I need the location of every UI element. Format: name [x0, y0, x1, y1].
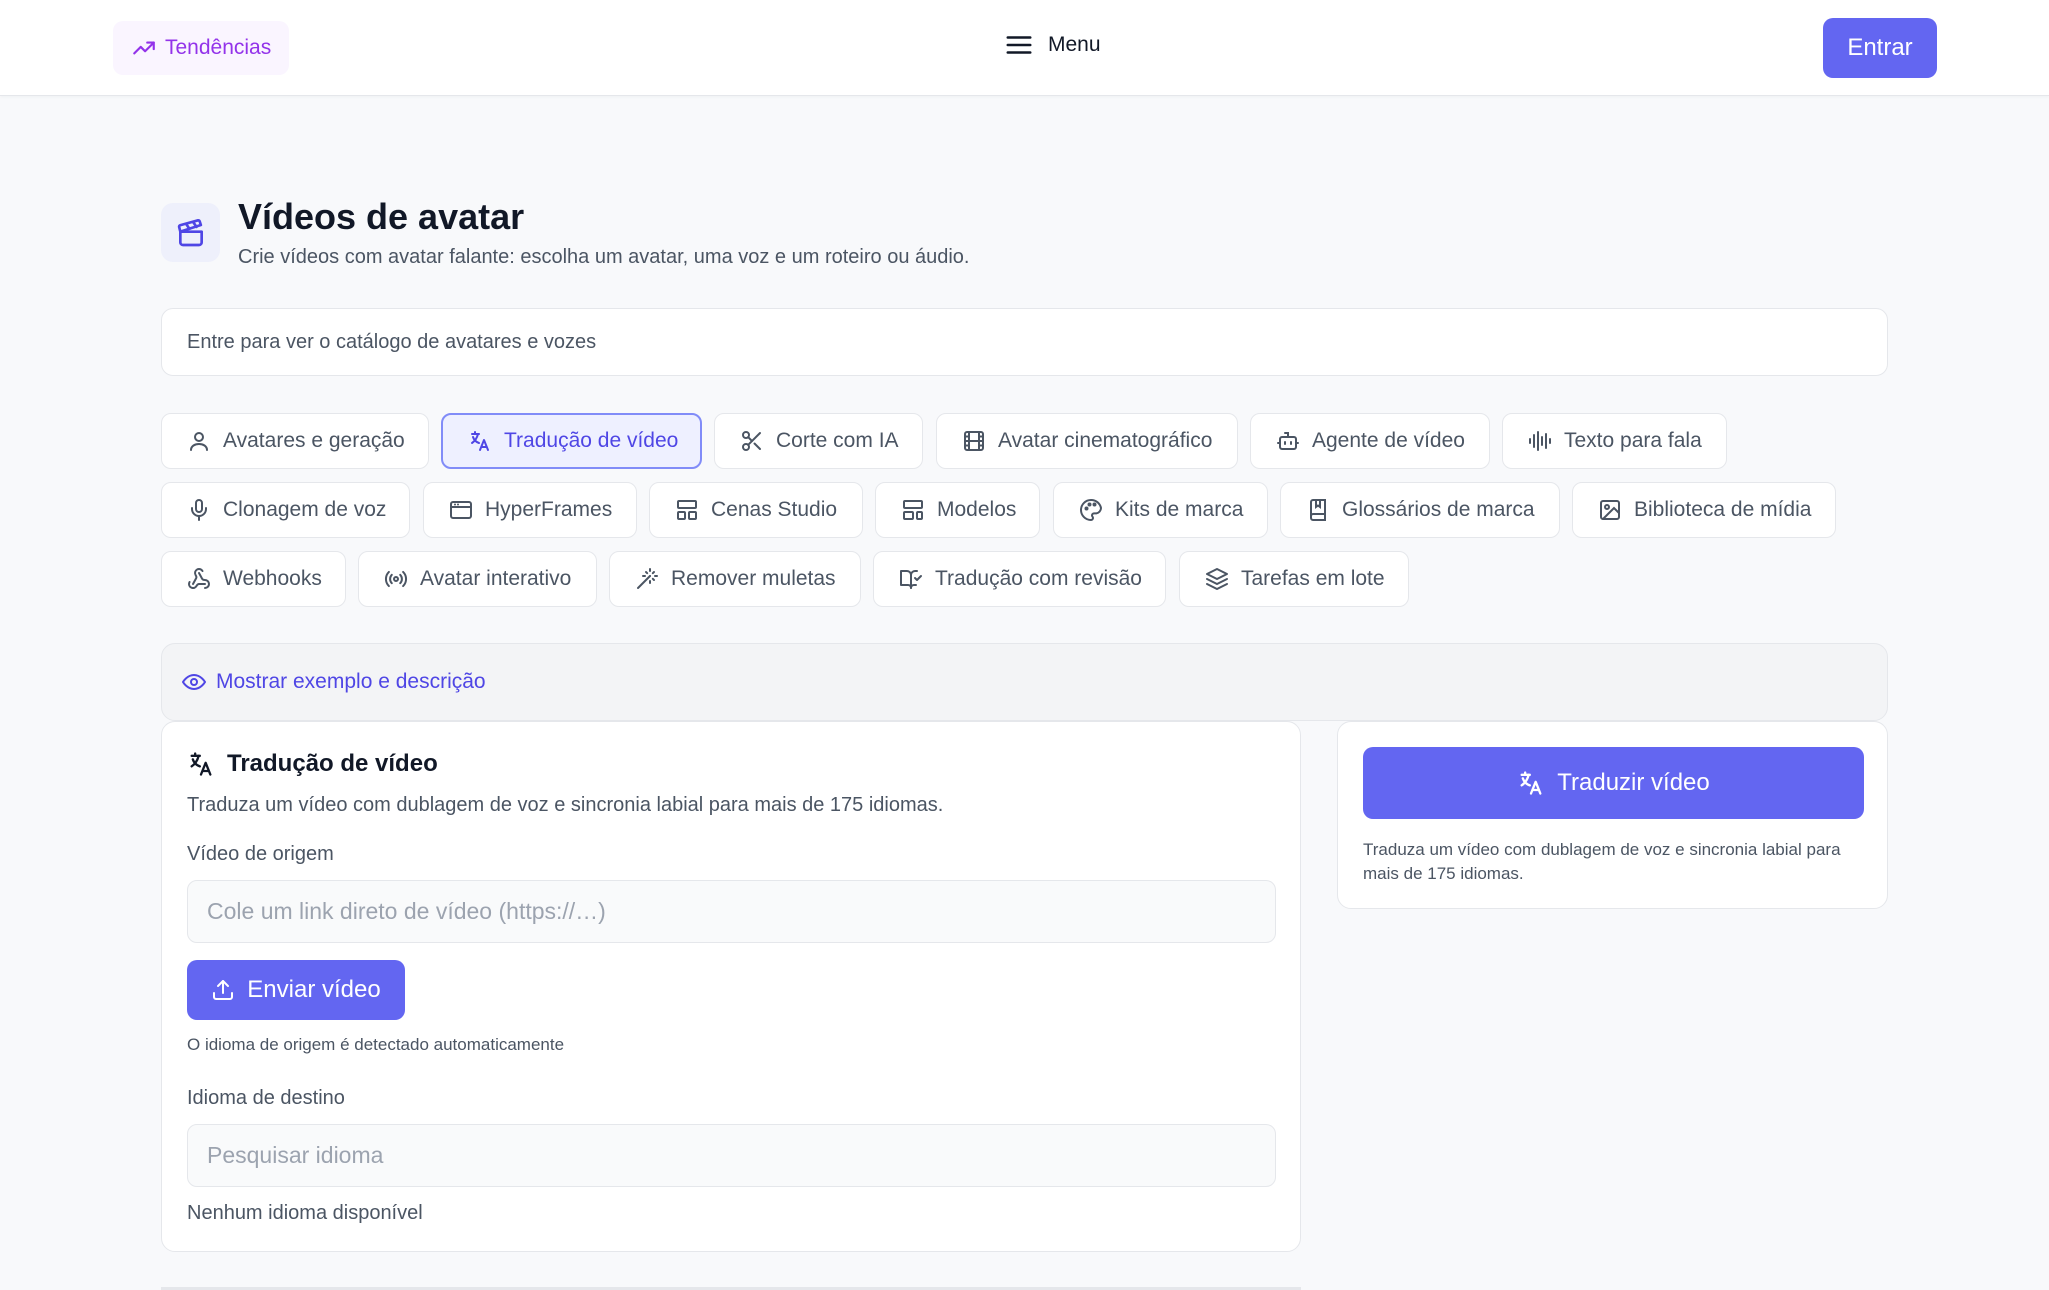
- tab-webhooks[interactable]: Webhooks: [161, 551, 346, 607]
- bot-icon: [1276, 429, 1300, 453]
- tab-texto-para-fala[interactable]: Texto para fala: [1502, 413, 1727, 469]
- book-check-icon: [899, 567, 923, 591]
- template-icon: [901, 498, 925, 522]
- tab-label: Avatar cinematográfico: [998, 429, 1213, 452]
- microphone-icon: [187, 498, 211, 522]
- tab-label: Avatares e geração: [223, 429, 405, 452]
- translate-icon: [187, 750, 215, 778]
- tab-label: Glossários de marca: [1342, 498, 1535, 521]
- book-icon: [1306, 498, 1330, 522]
- tab-hyperframes[interactable]: HyperFrames: [423, 482, 637, 538]
- tab-biblioteca-de-midia[interactable]: Biblioteca de mídia: [1572, 482, 1836, 538]
- target-language-label: Idioma de destino: [187, 1087, 345, 1109]
- tab-avatar-cinematografico[interactable]: Avatar cinematográfico: [936, 413, 1238, 469]
- login-button[interactable]: Entrar: [1823, 18, 1937, 78]
- layout-icon: [675, 498, 699, 522]
- tab-avatar-interativo[interactable]: Avatar interativo: [358, 551, 597, 607]
- hamburger-menu-icon: [1004, 30, 1034, 60]
- tab-traducao-com-revisao[interactable]: Tradução com revisão: [873, 551, 1166, 607]
- tab-label: Kits de marca: [1115, 498, 1244, 521]
- source-video-label: Vídeo de origem: [187, 843, 334, 865]
- magic-wand-icon: [635, 567, 659, 591]
- tab-kits-de-marca[interactable]: Kits de marca: [1053, 482, 1268, 538]
- show-example-label: Mostrar exemplo e descrição: [216, 670, 486, 693]
- tab-label: Biblioteca de mídia: [1634, 498, 1812, 521]
- translate-icon: [468, 429, 492, 453]
- scissors-icon: [740, 429, 764, 453]
- translate-icon: [1517, 769, 1545, 797]
- card-description: Traduza um vídeo com dublagem de voz e s…: [187, 794, 944, 816]
- webhook-icon: [187, 567, 211, 591]
- tab-cenas-studio[interactable]: Cenas Studio: [649, 482, 863, 538]
- tab-modelos[interactable]: Modelos: [875, 482, 1040, 538]
- tab-tarefas-em-lote[interactable]: Tarefas em lote: [1179, 551, 1409, 607]
- tab-label: Corte com IA: [776, 429, 899, 452]
- show-example-toggle[interactable]: Mostrar exemplo e descrição: [161, 643, 1888, 721]
- no-languages-message: Nenhum idioma disponível: [187, 1202, 423, 1224]
- translate-video-label: Traduzir vídeo: [1557, 769, 1710, 796]
- tab-label: Clonagem de voz: [223, 498, 387, 521]
- tab-label: Agente de vídeo: [1312, 429, 1465, 452]
- eye-icon: [182, 670, 206, 694]
- tab-label: HyperFrames: [485, 498, 613, 521]
- menu-button[interactable]: Menu: [1004, 30, 1101, 60]
- trending-up-icon: [131, 35, 157, 61]
- broadcast-icon: [384, 567, 408, 591]
- card-title-text: Tradução de vídeo: [227, 750, 438, 777]
- tab-traducao-de-video[interactable]: Tradução de vídeo: [441, 413, 702, 469]
- tab-label: Webhooks: [223, 567, 322, 590]
- tab-label: Cenas Studio: [711, 498, 838, 521]
- tab-label: Remover muletas: [671, 567, 836, 590]
- translate-action-card: Traduzir vídeo Traduza um vídeo com dubl…: [1337, 721, 1888, 909]
- layers-icon: [1205, 567, 1229, 591]
- trending-label: Tendências: [165, 36, 272, 59]
- tab-glossarios-de-marca[interactable]: Glossários de marca: [1280, 482, 1560, 538]
- upload-video-label: Enviar vídeo: [247, 976, 381, 1003]
- image-icon: [1598, 498, 1622, 522]
- tab-label: Tradução de vídeo: [504, 429, 679, 452]
- translate-action-description: Traduza um vídeo com dublagem de voz e s…: [1363, 840, 1841, 883]
- clapperboard-icon: [161, 203, 220, 262]
- video-translation-card: Tradução de vídeo Traduza um vídeo com d…: [161, 721, 1301, 1252]
- catalog-login-notice[interactable]: Entre para ver o catálogo de avatares e …: [161, 308, 1888, 376]
- tab-label: Tarefas em lote: [1241, 567, 1385, 590]
- catalog-notice-text: Entre para ver o catálogo de avatares e …: [187, 330, 597, 353]
- tab-clonagem-de-voz[interactable]: Clonagem de voz: [161, 482, 410, 538]
- browser-window-icon: [449, 498, 473, 522]
- tab-corte-com-ia[interactable]: Corte com IA: [714, 413, 923, 469]
- trending-button[interactable]: Tendências: [113, 21, 290, 75]
- palette-icon: [1079, 498, 1103, 522]
- tab-label: Modelos: [937, 498, 1017, 521]
- tab-label: Avatar interativo: [420, 567, 572, 590]
- page-title: Vídeos de avatar: [238, 196, 525, 237]
- film-icon: [962, 429, 986, 453]
- upload-video-button[interactable]: Enviar vídeo: [187, 960, 405, 1020]
- audio-wave-icon: [1528, 429, 1552, 453]
- tab-label: Texto para fala: [1564, 429, 1702, 452]
- tab-label: Tradução com revisão: [935, 567, 1142, 590]
- user-icon: [187, 429, 211, 453]
- target-language-search-input[interactable]: [187, 1124, 1276, 1187]
- upload-icon: [211, 978, 235, 1002]
- page-subtitle: Crie vídeos com avatar falante: escolha …: [238, 246, 970, 268]
- source-video-url-input[interactable]: [187, 880, 1276, 943]
- card-title: Tradução de vídeo: [187, 750, 438, 778]
- tab-remover-muletas[interactable]: Remover muletas: [609, 551, 861, 607]
- tab-avatares-e-geracao[interactable]: Avatares e geração: [161, 413, 429, 469]
- source-language-hint: O idioma de origem é detectado automatic…: [187, 1035, 565, 1054]
- translate-video-button[interactable]: Traduzir vídeo: [1363, 747, 1864, 819]
- top-navigation-bar: Tendências Menu Entrar: [0, 0, 2049, 96]
- tab-agente-de-video[interactable]: Agente de vídeo: [1250, 413, 1490, 469]
- menu-label: Menu: [1048, 33, 1101, 56]
